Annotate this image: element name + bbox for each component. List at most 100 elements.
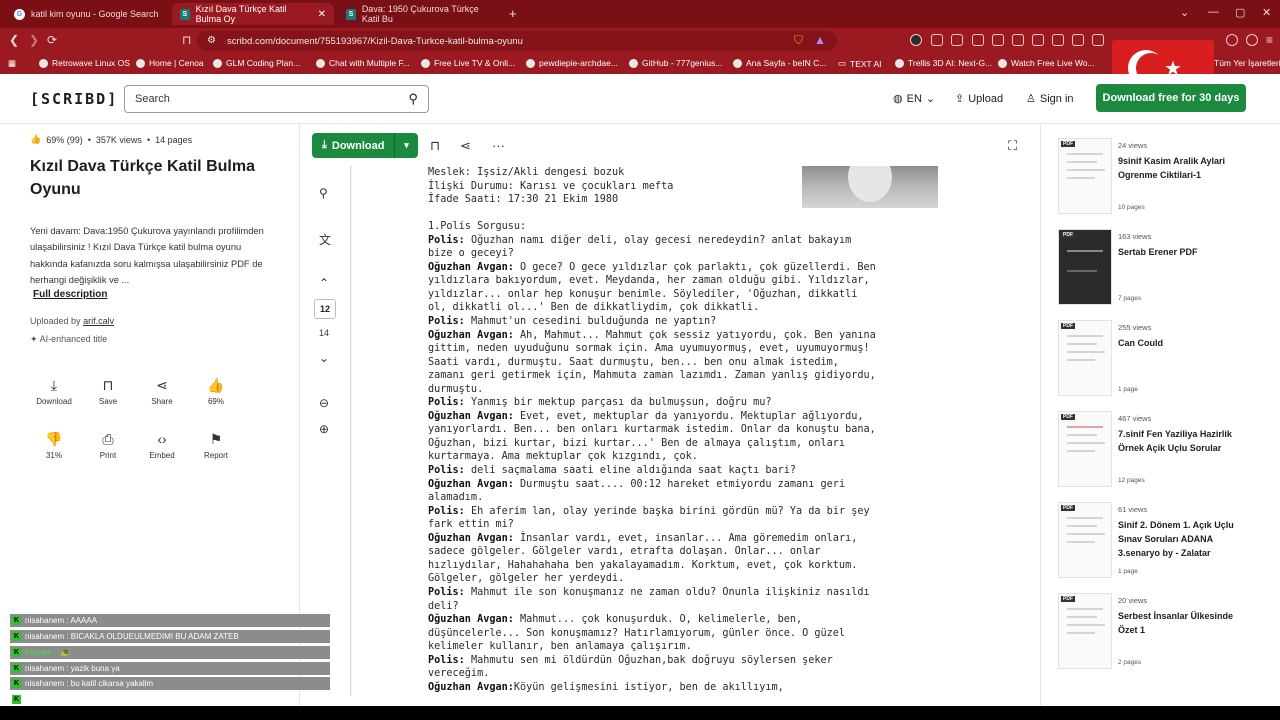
bookmark-item[interactable]: Watch Free Live Wo... <box>998 58 1095 68</box>
document-thumbnail: PDF <box>1058 502 1112 578</box>
document-line: İlişki Durumu: Karısı ve çocukları mefta <box>428 180 674 192</box>
dislike-action[interactable]: 👎 31% <box>30 424 78 468</box>
brave-shield-icon[interactable]: ⛉ <box>794 33 803 48</box>
previous-page-icon[interactable]: ⌃ <box>319 276 329 290</box>
recommended-document[interactable]: PDF 24 views 9sinif Kasim Aralik Aylari … <box>1058 138 1278 218</box>
fullscreen-icon[interactable]: ⛶ <box>1008 138 1017 154</box>
scribd-logo[interactable]: [SCRIBD] <box>30 90 118 108</box>
uploader-link[interactable]: arif.calv <box>83 316 114 326</box>
bookmark-item[interactable]: Tüm Yer İşaretleri <box>1214 58 1280 68</box>
bookmark-favicon-icon <box>998 58 1007 68</box>
kick-badge-icon: K <box>12 695 21 704</box>
extension-icon[interactable] <box>972 34 984 46</box>
bookmark-item[interactable]: Home | Cenoa <box>136 58 204 68</box>
viewer-download-button[interactable]: ⤓ Download ▾ <box>312 133 418 158</box>
bookmark-item[interactable]: GLM Coding Plan... <box>213 58 300 68</box>
document-line: durmuştu. <box>428 383 484 395</box>
extension-icon[interactable] <box>1226 34 1238 46</box>
tab-scribd-dava-1950[interactable]: S Dava: 1950 Çukurova Türkçe Katil Bu <box>338 3 504 25</box>
document-line: Oğuzhan Avgan: O gece? O gece yıldızlar … <box>428 261 876 273</box>
minimize-button[interactable]: — <box>1208 6 1219 18</box>
report-action[interactable]: ⚑ Report <box>192 424 240 468</box>
page-count: 14 pages <box>155 134 193 145</box>
search-in-document-icon[interactable]: ⚲ <box>319 186 328 200</box>
download-icon: ⤓ <box>50 377 58 393</box>
extension-icon[interactable] <box>1032 34 1044 46</box>
maximize-button[interactable]: ▢ <box>1235 6 1245 19</box>
extension-icon[interactable] <box>992 34 1004 46</box>
recommended-document[interactable]: PDF 467 views 7.sinif Fen Yaziliya Hazir… <box>1058 411 1278 491</box>
bookmark-favicon-icon <box>316 58 325 68</box>
document-viewer[interactable]: Meslek: İşsiz/Akli dengesi bozuk İlişki D… <box>350 166 1030 696</box>
zoom-in-icon[interactable]: ⊕ <box>319 422 329 436</box>
bookmark-item[interactable]: GitHub - 777genius... <box>629 58 722 68</box>
document-thumbnail: PDF <box>1058 593 1112 669</box>
bookmark-item[interactable]: Ana Sayfa - beIN C... <box>733 58 826 68</box>
reload-icon[interactable]: ⟳ <box>47 33 57 47</box>
document-line: deli? <box>428 600 459 612</box>
apps-icon[interactable]: ▦ <box>8 58 16 69</box>
download-options-chevron-icon[interactable]: ▾ <box>394 133 418 158</box>
embed-action[interactable]: ‹› Embed <box>138 424 186 468</box>
views-count: 357K views <box>95 134 142 145</box>
recommended-document[interactable]: PDF 163 views Sertab Erener PDF 7 pages <box>1058 229 1278 309</box>
bookmark-item[interactable]: Trellis 3D AI: Next-G... <box>895 58 992 68</box>
tab-search-chevron-icon[interactable]: ⌄ <box>1180 6 1189 19</box>
extension-icon[interactable] <box>1092 34 1104 46</box>
bookmark-item[interactable]: pewdiepie-archdae... <box>526 58 618 68</box>
new-tab-button[interactable]: + <box>509 6 517 21</box>
bookmark-item[interactable]: Free Live TV & Onli... <box>421 58 515 68</box>
document-line: Polis: Eh aferim lan, olay yerinde başka… <box>428 505 870 517</box>
address-bar[interactable]: ⚙ scribd.com/document/755193967/Kizil-Da… <box>197 31 837 51</box>
bookmark-item[interactable]: Retrowave Linux OS <box>39 58 130 68</box>
back-icon[interactable]: ❮ <box>9 33 19 47</box>
close-tab-icon[interactable]: ✕ <box>318 9 326 20</box>
extension-icon[interactable] <box>931 34 943 46</box>
current-page-input[interactable]: 12 <box>314 299 336 319</box>
tab-scribd-kizil-dava[interactable]: S Kızıl Dava Türkçe Katil Bulma Oy ✕ <box>172 3 334 25</box>
close-window-button[interactable]: ✕ <box>1262 6 1271 19</box>
bookmark-page-icon[interactable]: ⊓ <box>182 33 191 47</box>
extension-icon[interactable] <box>910 34 922 46</box>
extension-icon[interactable] <box>1012 34 1024 46</box>
extension-icon[interactable] <box>1052 34 1064 46</box>
recommended-document[interactable]: PDF 20 views Serbest İnsanlar Ülkesinde … <box>1058 593 1278 673</box>
search-icon[interactable]: ⚲ <box>408 91 418 107</box>
thumbs-up-icon: 👍 <box>207 377 225 393</box>
recommended-document[interactable]: PDF 61 views Sinif 2. Dönem 1. Açık Uçlu… <box>1058 502 1278 582</box>
like-action[interactable]: 👍 69% <box>192 370 240 414</box>
document-thumbnail: PDF <box>1058 229 1112 305</box>
recommended-document[interactable]: PDF 255 views Can Could 1 page <box>1058 320 1278 400</box>
print-action[interactable]: ⎙ Print <box>84 424 132 468</box>
translate-icon[interactable]: 文 <box>319 231 331 248</box>
language-selector[interactable]: ◍ EN ⌄ <box>893 92 935 106</box>
next-page-icon[interactable]: ⌄ <box>319 351 329 365</box>
save-action[interactable]: ⊓ Save <box>84 370 132 414</box>
profile-icon[interactable] <box>1246 34 1258 46</box>
download-free-button[interactable]: Download free for 30 days <box>1096 84 1246 112</box>
download-action[interactable]: ⤓ Download <box>30 370 78 414</box>
document-line: alamadım. <box>428 492 484 504</box>
sparkle-icon: ✦ <box>30 334 38 344</box>
site-settings-icon[interactable]: ⚙ <box>207 35 216 46</box>
sign-in-button[interactable]: ♙ Sign in <box>1026 92 1074 106</box>
upload-icon: ⇪ <box>955 93 965 105</box>
share-action[interactable]: ⋖ Share <box>138 370 186 414</box>
tab-google-search[interactable]: G katil kim oyunu - Google Search <box>6 3 172 25</box>
bookmark-favicon-icon <box>213 58 222 68</box>
bookmark-icon[interactable]: ⊓ <box>430 138 440 154</box>
brave-rewards-icon[interactable]: ▲ <box>814 33 826 47</box>
menu-icon[interactable]: ≡ <box>1266 33 1273 47</box>
search-input[interactable]: Search ⚲ <box>124 85 429 113</box>
bookmark-item[interactable]: ▭ TEXT AI <box>838 58 882 69</box>
chat-message: Knisahanem : bu katil cikarsa yakalim <box>10 677 330 690</box>
extension-icon[interactable] <box>951 34 963 46</box>
more-options-icon[interactable]: ··· <box>492 138 505 153</box>
forward-icon[interactable]: ❯ <box>29 33 39 47</box>
extension-icon[interactable] <box>1072 34 1084 46</box>
full-description-link[interactable]: Full description <box>33 289 107 300</box>
zoom-out-icon[interactable]: ⊖ <box>319 396 329 410</box>
upload-button[interactable]: ⇪ Upload <box>955 92 1003 106</box>
bookmark-item[interactable]: Chat with Multiple F... <box>316 58 410 68</box>
share-icon[interactable]: ⋖ <box>460 138 471 154</box>
